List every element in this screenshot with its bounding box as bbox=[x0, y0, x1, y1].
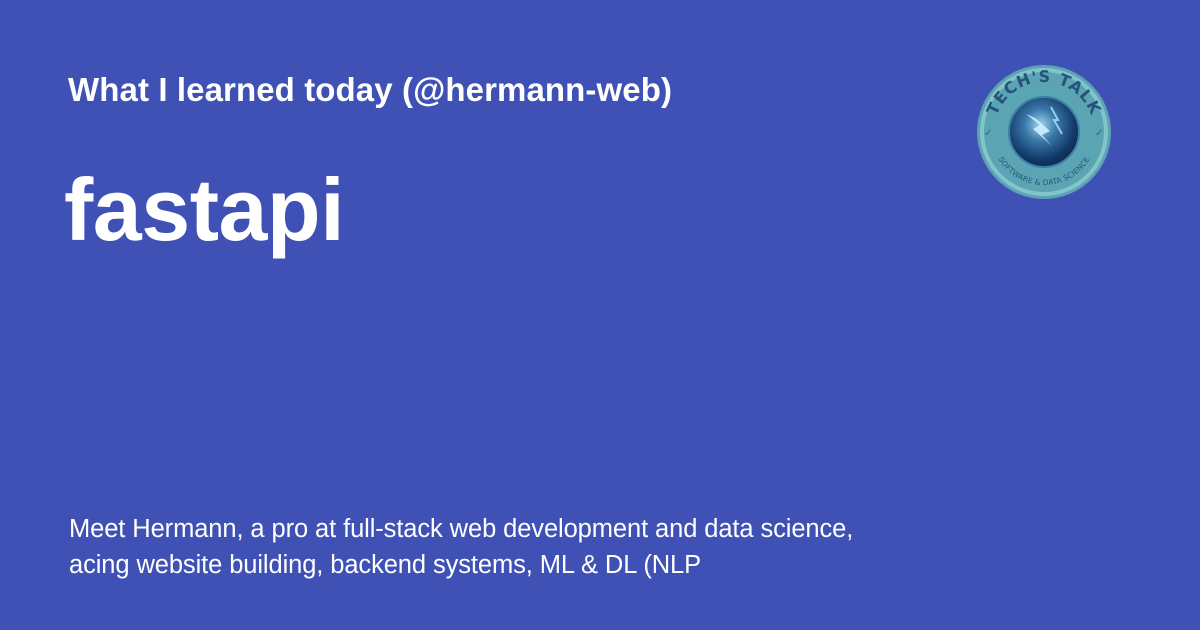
tech-talk-badge-icon: ✓ ✓ TECH'S TALK SOFTWARE & DATA SCIENCE bbox=[977, 65, 1111, 199]
social-preview-card: What I learned today (@hermann-web) fast… bbox=[0, 0, 1200, 630]
topic-title: fastapi bbox=[64, 160, 345, 259]
page-header-title: What I learned today (@hermann-web) bbox=[68, 71, 673, 108]
profile-description: Meet Hermann, a pro at full-stack web de… bbox=[69, 515, 854, 579]
badge-right-check-icon: ✓ bbox=[1095, 128, 1103, 139]
badge-left-check-icon: ✓ bbox=[984, 128, 992, 139]
